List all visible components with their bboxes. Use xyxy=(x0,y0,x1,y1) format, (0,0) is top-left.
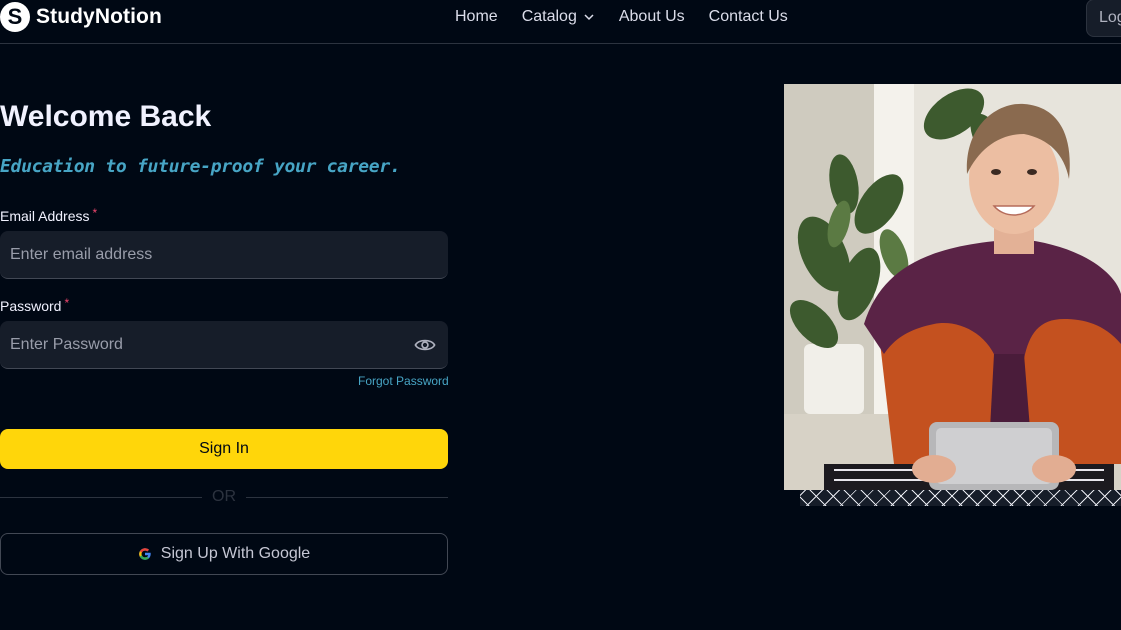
page-title: Welcome Back xyxy=(0,100,212,133)
google-icon xyxy=(138,548,151,560)
student-photo xyxy=(784,84,1121,490)
email-field[interactable]: Enter email address xyxy=(0,231,448,279)
top-navbar: S StudyNotion Home Catalog About Us Cont… xyxy=(0,0,1121,44)
brand-name: StudyNotion xyxy=(36,5,162,28)
nav-contact[interactable]: Contact Us xyxy=(709,7,788,27)
divider-line xyxy=(246,496,448,498)
required-mark: * xyxy=(64,296,70,310)
chevron-down-icon xyxy=(584,14,594,21)
password-placeholder: Enter Password xyxy=(10,335,123,353)
google-signup-button[interactable]: Sign Up With Google xyxy=(0,533,448,575)
nav-about[interactable]: About Us xyxy=(619,7,685,27)
eye-icon[interactable] xyxy=(414,335,436,355)
login-button[interactable]: Log xyxy=(1086,0,1121,37)
student-illustration xyxy=(784,84,1121,490)
required-mark: * xyxy=(92,206,98,220)
brand-logo[interactable]: S StudyNotion xyxy=(0,1,162,33)
nav-home[interactable]: Home xyxy=(455,7,498,27)
nav-links: Home Catalog About Us Contact Us xyxy=(455,7,788,27)
or-text: OR xyxy=(212,488,236,505)
password-field[interactable]: Enter Password xyxy=(0,321,448,369)
sign-in-button[interactable]: Sign In xyxy=(0,429,448,469)
logo-icon: S xyxy=(0,2,30,32)
password-label-text: Password xyxy=(0,298,62,314)
nav-catalog[interactable]: Catalog xyxy=(522,7,595,27)
or-divider: OR xyxy=(0,488,448,506)
nav-catalog-label: Catalog xyxy=(521,8,577,25)
divider-line xyxy=(0,496,202,498)
google-button-label: Sign Up With Google xyxy=(160,545,311,562)
page-subtitle: Education to future-proof your career. xyxy=(0,156,401,177)
forgot-password-link[interactable]: Forgot Password xyxy=(358,374,449,388)
email-label: Email Address * xyxy=(0,206,98,224)
email-label-text: Email Address xyxy=(0,208,90,224)
password-label: Password * xyxy=(0,296,70,314)
email-placeholder: Enter email address xyxy=(10,245,153,263)
